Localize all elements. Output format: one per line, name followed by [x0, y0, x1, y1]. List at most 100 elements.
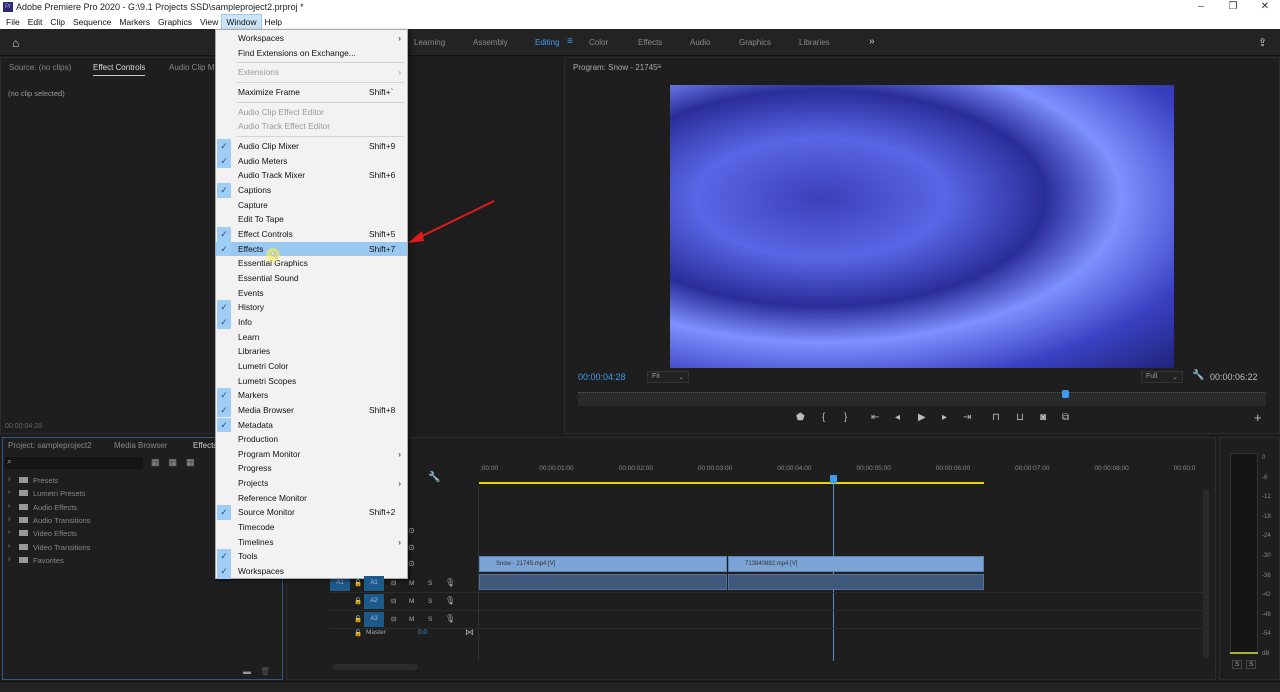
lock-icon[interactable]: 🔓	[354, 615, 362, 623]
wrench-icon[interactable]: 🔧	[1192, 370, 1204, 381]
audio-clip[interactable]	[479, 574, 727, 590]
effect-filter-icons[interactable]: ▦▦▦	[151, 457, 204, 468]
effects-folder[interactable]: Lumetri Presets	[33, 489, 86, 498]
mute-button[interactable]: M	[409, 616, 414, 623]
track-target-a2[interactable]: A2	[364, 594, 384, 609]
solo-left-button[interactable]: S	[1232, 660, 1243, 669]
menu-markers[interactable]: Markers	[115, 15, 154, 29]
toggle-track-output-icon[interactable]: ⊙	[408, 526, 415, 535]
new-bin-icon[interactable]: ▬	[243, 667, 251, 676]
toggle-track-output-icon[interactable]: ⊙	[408, 559, 415, 568]
menu-item-lumetri-color[interactable]: Lumetri Color	[216, 359, 407, 374]
mute-button[interactable]: M	[409, 580, 414, 587]
step-back-icon[interactable]: ◂	[895, 412, 900, 423]
menu-item-essential-graphics[interactable]: Essential Graphics	[216, 256, 407, 271]
menu-item-effect-controls[interactable]: ✓ Effect Controls Shift+5	[216, 226, 407, 242]
tab-audio-clip-mixer[interactable]: Audio Clip Mi	[169, 63, 216, 72]
master-volume[interactable]: 0.0	[418, 629, 427, 636]
workspace-tab-editing[interactable]: Editing	[535, 38, 559, 47]
go-to-in-icon[interactable]: ⇤	[871, 412, 879, 423]
menu-item-progress[interactable]: Progress	[216, 461, 407, 476]
audio-clip[interactable]	[728, 574, 984, 590]
mark-out-icon[interactable]: }	[844, 412, 847, 423]
expand-chevron-icon[interactable]: ›	[8, 489, 10, 496]
menu-item-workspaces[interactable]: Workspaces ›	[216, 31, 407, 46]
menu-item-media-browser[interactable]: ✓ Media Browser Shift+8	[216, 402, 407, 418]
zoom-select[interactable]: Fit ⌄	[647, 371, 689, 383]
menu-item-audio-track-mixer[interactable]: Audio Track Mixer Shift+6	[216, 168, 407, 183]
more-workspaces-button[interactable]: »	[869, 36, 875, 47]
workspace-tab-color[interactable]: Color	[589, 38, 608, 47]
lift-icon[interactable]: ⊓	[992, 412, 1000, 423]
editing-menu-icon[interactable]: ≡	[567, 36, 573, 47]
workspace-tab-libraries[interactable]: Libraries	[799, 38, 830, 47]
trash-icon[interactable]: 🗑	[260, 667, 270, 676]
lock-icon[interactable]: 🔓	[354, 579, 362, 587]
voiceover-mic-icon[interactable]: 🎙	[445, 596, 455, 605]
effects-folder[interactable]: Presets	[33, 476, 58, 485]
resolution-select[interactable]: Full ⌄	[1141, 371, 1183, 383]
comparison-view-icon[interactable]: ⧉	[1062, 412, 1069, 423]
tab-source[interactable]: Source: (no clips)	[9, 63, 71, 72]
workspace-tab-audio[interactable]: Audio	[690, 38, 710, 47]
solo-button[interactable]: S	[428, 598, 432, 605]
voiceover-mic-icon[interactable]: 🎙	[445, 614, 455, 623]
menu-file[interactable]: File	[2, 15, 24, 29]
effects-folder[interactable]: Audio Transitions	[33, 516, 91, 525]
menu-item-metadata[interactable]: ✓ Metadata	[216, 417, 407, 433]
menu-item-effects[interactable]: ✓ Effects Shift+7	[216, 241, 407, 257]
sync-lock-icon[interactable]: ⊟	[391, 579, 396, 587]
expand-chevron-icon[interactable]: ›	[8, 503, 10, 510]
solo-right-button[interactable]: S	[1246, 660, 1257, 669]
mark-in-icon[interactable]: {	[822, 412, 825, 423]
workspace-tab-learning[interactable]: Learning	[414, 38, 445, 47]
menu-item-learn[interactable]: Learn	[216, 330, 407, 345]
solo-button[interactable]: S	[428, 580, 432, 587]
share-icon[interactable]: ⇪	[1258, 36, 1267, 49]
menu-item-edit-to-tape[interactable]: Edit To Tape	[216, 212, 407, 227]
menu-item-lumetri-scopes[interactable]: Lumetri Scopes	[216, 374, 407, 389]
tab-effect-controls[interactable]: Effect Controls	[93, 63, 146, 76]
menu-item-source-monitor[interactable]: ✓ Source Monitor Shift+2	[216, 505, 407, 521]
export-frame-icon[interactable]: ◙	[1040, 412, 1046, 423]
menu-item-timecode[interactable]: Timecode	[216, 520, 407, 535]
mute-button[interactable]: M	[409, 598, 414, 605]
extract-icon[interactable]: ⊔	[1016, 412, 1024, 423]
menu-item-essential-sound[interactable]: Essential Sound	[216, 271, 407, 286]
play-icon[interactable]: ▶	[918, 412, 926, 423]
go-to-out-icon[interactable]: ⇥	[963, 412, 971, 423]
menu-item-tools[interactable]: ✓ Tools	[216, 549, 407, 565]
expand-chevron-icon[interactable]: ›	[8, 556, 10, 563]
toggle-track-output-icon[interactable]: ⊙	[408, 543, 415, 552]
workspace-tab-graphics[interactable]: Graphics	[739, 38, 771, 47]
menu-item-projects[interactable]: Projects ›	[216, 476, 407, 491]
menu-item-reference-monitor[interactable]: Reference Monitor	[216, 491, 407, 506]
menu-item-capture[interactable]: Capture	[216, 198, 407, 213]
lock-icon[interactable]: 🔓	[354, 629, 362, 637]
menu-graphics[interactable]: Graphics	[154, 15, 196, 29]
menu-item-captions[interactable]: ✓ Captions	[216, 182, 407, 198]
sync-lock-icon[interactable]: ⊟	[391, 615, 396, 623]
work-area-bar[interactable]	[479, 482, 984, 484]
menu-sequence[interactable]: Sequence	[69, 15, 115, 29]
menu-item-markers[interactable]: ✓ Markers	[216, 388, 407, 403]
home-icon[interactable]: ⌂	[12, 36, 19, 50]
menu-clip[interactable]: Clip	[46, 15, 69, 29]
solo-button[interactable]: S	[428, 616, 432, 623]
menu-item-timelines[interactable]: Timelines ›	[216, 535, 407, 550]
menu-item-production[interactable]: Production	[216, 432, 407, 447]
effects-folder[interactable]: Video Transitions	[33, 543, 90, 552]
menu-item-audio-meters[interactable]: ✓ Audio Meters	[216, 153, 407, 169]
expand-chevron-icon[interactable]: ›	[8, 476, 10, 483]
sync-lock-icon[interactable]: ⊟	[391, 597, 396, 605]
timeline-playhead-handle[interactable]	[830, 475, 837, 483]
menu-item-audio-clip-mixer[interactable]: ✓ Audio Clip Mixer Shift+9	[216, 138, 407, 154]
close-button[interactable]: ✕	[1254, 0, 1276, 15]
menu-item-events[interactable]: Events	[216, 286, 407, 301]
menu-item-program-monitor[interactable]: Program Monitor ›	[216, 447, 407, 462]
expand-chevron-icon[interactable]: ›	[8, 529, 10, 536]
panel-menu-icon[interactable]: ≡	[657, 62, 662, 71]
menu-item-history[interactable]: ✓ History	[216, 300, 407, 315]
tab-effects[interactable]: Effects	[193, 441, 217, 450]
tab-media-browser[interactable]: Media Browser	[114, 441, 167, 450]
